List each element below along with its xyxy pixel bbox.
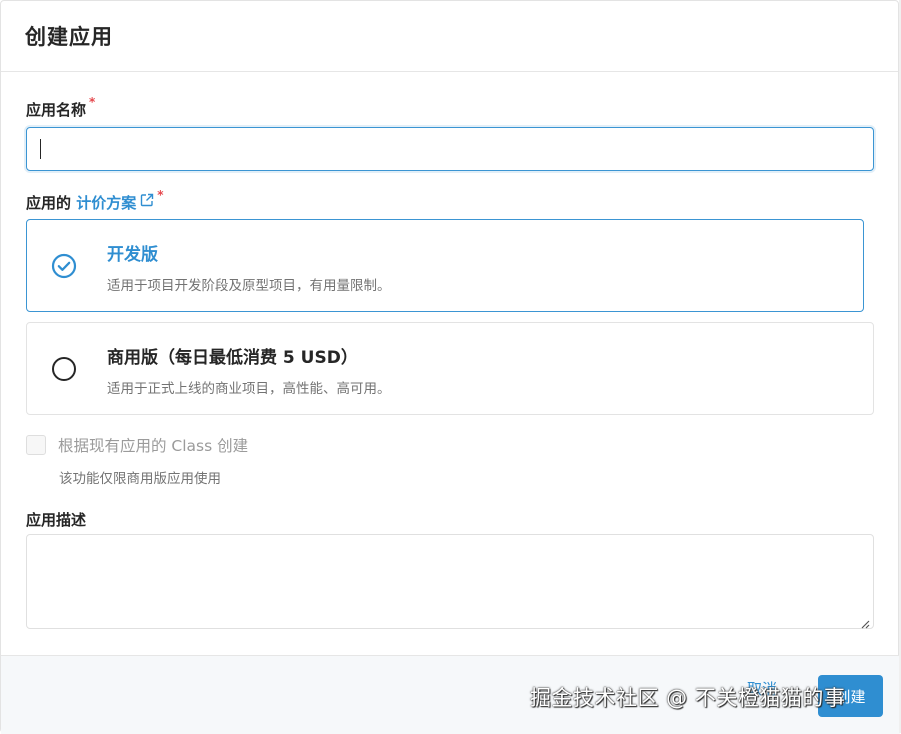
create-from-class-hint: 该功能仅限商用版应用使用 <box>59 471 221 487</box>
dialog-title: 创建应用 <box>25 25 113 49</box>
app-name-input[interactable] <box>26 127 874 171</box>
pricing-plan-link[interactable]: 计价方案 <box>76 193 154 212</box>
pricing-plan-label-prefix: 应用的 <box>26 194 77 212</box>
app-description-label: 应用描述 <box>26 511 87 529</box>
plan-option-description: 适用于正式上线的商业项目，高性能、高可用。 <box>107 381 391 397</box>
plan-option-description: 适用于项目开发阶段及原型项目，有用量限制。 <box>107 278 391 294</box>
dialog-header: 创建应用 <box>1 1 898 72</box>
resize-grip-icon[interactable] <box>858 614 870 629</box>
create-app-dialog: 创建应用 应用名称 * 应用的 计价方案 * 开发版 适用于项目开发阶段及原型项目，… <box>0 0 900 734</box>
required-mark: * <box>157 188 164 202</box>
create-from-class-label: 根据现有应用的 Class 创建 <box>58 437 249 455</box>
create-button[interactable]: 创建 <box>818 675 883 717</box>
check-circle-icon <box>51 253 77 279</box>
pricing-plan-link-text: 计价方案 <box>76 194 137 212</box>
plan-option-developer[interactable]: 开发版 适用于项目开发阶段及原型项目，有用量限制。 <box>26 219 864 312</box>
dialog-footer: 取消 创建 <box>1 655 900 734</box>
app-name-label-text: 应用名称 <box>26 101 87 119</box>
plan-option-business[interactable]: 商用版（每日最低消费 5 USD） 适用于正式上线的商业项目，高性能、高可用。 <box>26 322 874 415</box>
plan-option-title: 开发版 <box>107 245 158 265</box>
class-option-row: 根据现有应用的 Class 创建 <box>26 434 248 456</box>
radio-circle-icon <box>51 356 77 382</box>
cancel-button[interactable]: 取消 <box>747 678 777 699</box>
pricing-plan-label: 应用的 计价方案 * <box>26 188 164 213</box>
external-link-icon <box>140 193 154 211</box>
plan-option-title: 商用版（每日最低消费 5 USD） <box>107 348 358 368</box>
app-description-textarea[interactable] <box>26 534 874 629</box>
app-name-label: 应用名称 * <box>26 95 95 120</box>
create-from-class-checkbox[interactable] <box>26 435 46 455</box>
text-caret <box>40 139 41 159</box>
required-mark: * <box>89 95 96 109</box>
